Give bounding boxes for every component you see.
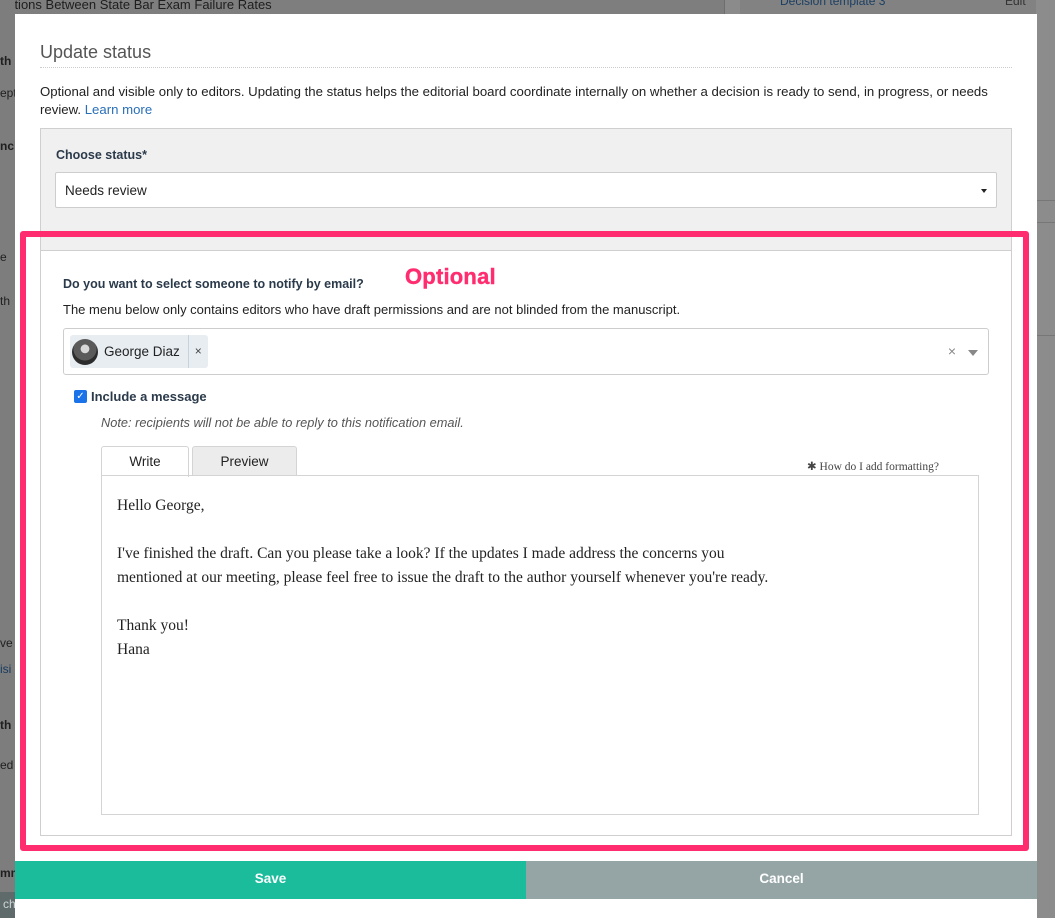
learn-more-link[interactable]: Learn more bbox=[85, 102, 152, 117]
background-fragment: th bbox=[0, 294, 11, 308]
clear-recipients-icon[interactable]: × bbox=[948, 343, 956, 359]
background-fragment: mm bbox=[0, 866, 15, 880]
save-button[interactable]: Save bbox=[15, 861, 526, 899]
optional-annotation: Optional bbox=[405, 264, 496, 289]
modal-intro: Optional and visible only to editors. Up… bbox=[40, 83, 1020, 119]
recipient-select[interactable]: George Diaz × × bbox=[63, 328, 989, 375]
title-divider bbox=[40, 67, 1012, 68]
cancel-button[interactable]: Cancel bbox=[526, 861, 1037, 899]
notify-panel: Do you want to select someone to notify … bbox=[40, 250, 1012, 836]
formatting-help-link[interactable]: ✱ How do I add formatting? bbox=[807, 459, 939, 473]
message-line: Thank you! bbox=[117, 617, 189, 634]
intro-text: Optional and visible only to editors. Up… bbox=[40, 84, 988, 117]
background-fragment: nc bbox=[0, 139, 15, 153]
message-editor[interactable]: Hello George, I've finished the draft. C… bbox=[101, 475, 979, 815]
background-fragment: ed bbox=[0, 758, 14, 772]
modal-title: Update status bbox=[40, 42, 152, 62]
message-line: Hello George, bbox=[117, 497, 205, 514]
include-message-toggle[interactable]: ✓ Include a message bbox=[74, 389, 207, 404]
include-message-checkbox[interactable]: ✓ bbox=[74, 390, 87, 403]
message-line: I've finished the draft. Can you please … bbox=[117, 545, 725, 562]
background-fragment: th bbox=[0, 718, 12, 732]
background-fragment: ve bbox=[0, 636, 13, 650]
background-left-column: th ept nc e th ve isi th ed mm bbox=[0, 0, 15, 918]
recipient-chip: George Diaz × bbox=[70, 335, 208, 368]
background-header: riations Between State Bar Exam Failure … bbox=[0, 0, 730, 14]
update-status-modal: Update status Optional and visible only … bbox=[15, 14, 1037, 918]
include-message-label: Include a message bbox=[91, 389, 207, 404]
background-fragment: th bbox=[0, 54, 12, 68]
remove-recipient-icon[interactable]: × bbox=[187, 335, 202, 368]
tab-write[interactable]: Write bbox=[101, 446, 189, 477]
background-fragment: e bbox=[0, 250, 7, 264]
chevron-down-icon[interactable] bbox=[968, 350, 978, 356]
notify-description: The menu below only contains editors who… bbox=[63, 302, 681, 317]
chevron-down-icon bbox=[981, 189, 987, 193]
background-fragment: ept bbox=[0, 86, 15, 100]
message-line: Hana bbox=[117, 641, 150, 658]
background-page-title: riations Between State Bar Exam Failure … bbox=[0, 0, 272, 12]
background-edit-link: Edit bbox=[1005, 0, 1026, 8]
message-line: mentioned at our meeting, please feel fr… bbox=[117, 569, 769, 586]
avatar bbox=[72, 338, 98, 365]
reply-note: Note: recipients will not be able to rep… bbox=[101, 415, 464, 430]
tab-preview[interactable]: Preview bbox=[192, 446, 297, 476]
recipient-name: George Diaz bbox=[104, 344, 180, 359]
background-right-strip bbox=[1036, 0, 1055, 918]
status-selected-value: Needs review bbox=[65, 183, 147, 198]
notify-question: Do you want to select someone to notify … bbox=[63, 277, 364, 291]
choose-status-label: Choose status* bbox=[56, 148, 147, 162]
background-decision-template-link: Decision template 3 bbox=[780, 0, 886, 8]
background-fragment: isi bbox=[0, 662, 12, 676]
status-select[interactable]: Needs review bbox=[55, 172, 997, 208]
